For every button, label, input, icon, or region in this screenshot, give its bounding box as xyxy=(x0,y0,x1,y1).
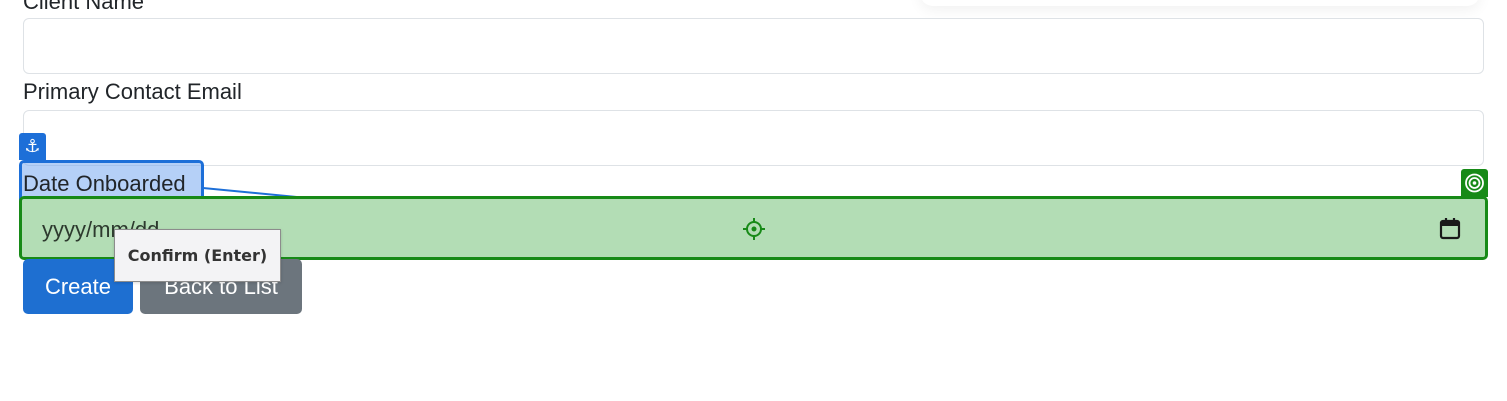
email-label: Primary Contact Email xyxy=(23,79,242,104)
confirm-tooltip: Confirm (Enter) xyxy=(114,229,281,282)
calendar-icon[interactable] xyxy=(1437,216,1463,242)
background-card-shadow xyxy=(920,0,1480,6)
anchor-icon: ⚓ xyxy=(19,133,46,160)
client-name-input[interactable] xyxy=(23,18,1484,74)
client-name-label: Client Name xyxy=(23,0,145,14)
date-onboarded-label: Date Onboarded xyxy=(23,171,186,196)
crosshair-icon xyxy=(742,217,766,241)
email-input[interactable] xyxy=(23,110,1484,166)
target-icon xyxy=(1461,169,1488,197)
